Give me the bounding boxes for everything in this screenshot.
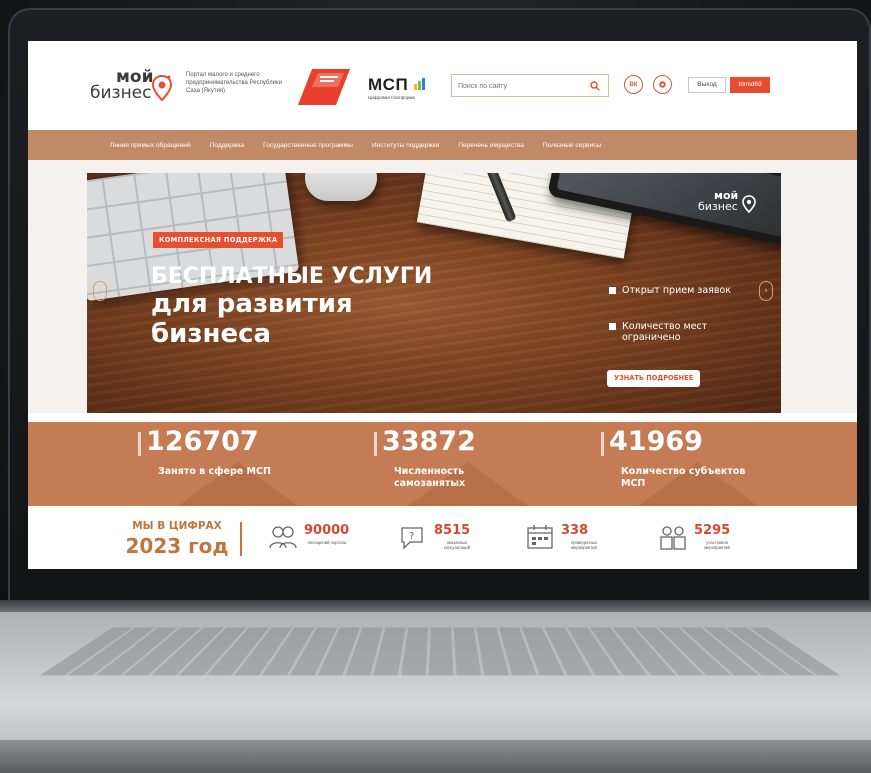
calendar-icon <box>527 525 553 549</box>
vk-button[interactable]: ВК <box>624 75 643 94</box>
figures-year: 2023 год <box>125 534 229 558</box>
hero-tag: КОМПЛЕКСНАЯ ПОДДЕРЖКА <box>153 232 284 248</box>
chevron-left-icon: ‹ <box>98 286 102 296</box>
odnoklassniki-icon <box>659 81 666 88</box>
learn-more-button[interactable]: УЗНАТЬ ПОДРОБНЕЕ <box>607 370 701 387</box>
figures-section: МЫ В ЦИФРАХ 2023 год 90000 посещений пор… <box>28 506 857 569</box>
svg-text:?: ? <box>409 531 414 542</box>
nav-item-support[interactable]: Поддержка <box>210 142 244 149</box>
hero-title-line2: для развития бизнеса <box>151 289 353 349</box>
vk-icon: ВК <box>629 81 638 88</box>
national-project-logo[interactable] <box>298 67 350 107</box>
stat-bar <box>601 432 604 456</box>
visitors-icon <box>269 526 297 549</box>
msp-bars-icon <box>414 78 425 90</box>
msp-logo-text: МСП <box>368 75 409 94</box>
laptop-base <box>0 600 871 773</box>
participants-icon <box>660 526 686 550</box>
bullet-square-icon <box>609 287 616 294</box>
search-icon[interactable] <box>590 81 600 91</box>
figure-caption: посещений портала <box>307 540 347 545</box>
figures-divider <box>240 522 242 556</box>
stat-value: 126707 <box>146 426 259 457</box>
nav-item-gov-programs[interactable]: Государственные программы <box>263 142 353 149</box>
figure-caption: проведенных мероприятий <box>571 540 597 550</box>
laptop-keyboard <box>40 627 840 676</box>
slider-next-button[interactable]: › <box>759 281 773 301</box>
figure-value: 8515 <box>434 523 471 538</box>
figure-value: 90000 <box>304 523 350 538</box>
stat-bar <box>138 432 141 456</box>
nav-item-property-list[interactable]: Перечень имущества <box>458 142 524 149</box>
logo-pin-icon <box>152 75 172 101</box>
hero-banner-area: мой бизнес КОМПЛЕКСНАЯ ПОДДЕРЖКА БЕСПЛАТ… <box>28 160 857 413</box>
bullet-square-icon <box>609 323 616 330</box>
hero-bullet-text: Количество мест ограничено <box>622 321 708 343</box>
browser-screen: мой бизнес Портал малого и среднего пред… <box>28 41 857 569</box>
stat-label: Количество субъектов МСП <box>621 466 746 489</box>
figure-caption: оказанных консультаций <box>443 540 471 550</box>
nav-item-direct-line[interactable]: Линия прямых обращений <box>110 142 191 149</box>
site-header: мой бизнес Портал малого и среднего пред… <box>28 41 857 130</box>
figure-caption: участников мероприятий <box>704 540 730 550</box>
moy-biznes-logo[interactable]: мой бизнес <box>90 67 180 107</box>
hero-bullet-text: Открыт прием заявок <box>622 285 732 296</box>
stat-value: 33872 <box>382 426 476 457</box>
mouse-photo <box>305 173 377 201</box>
hero-logo-pin-icon <box>742 195 756 213</box>
hero-logo-word-2: бизнес <box>698 200 738 213</box>
figure-value: 338 <box>561 523 589 538</box>
stat-bar <box>374 432 377 456</box>
portal-description: Портал малого и среднего предприниматель… <box>186 72 282 94</box>
figure-value: 5295 <box>694 523 731 538</box>
hero-logo: мой бизнес <box>698 189 762 219</box>
laptop-front-edge <box>0 740 871 773</box>
stat-value: 41969 <box>609 426 703 457</box>
search-input[interactable] <box>458 79 583 93</box>
search-box[interactable] <box>451 74 609 97</box>
stat-label: Занято в сфере МСП <box>158 466 271 477</box>
stat-label: Численность самозанятых <box>394 466 466 489</box>
hero-title-line1: БЕСПЛАТНЫЕ УСЛУГИ <box>151 264 433 289</box>
logo-word-2: бизнес <box>90 83 152 103</box>
stats-band: 126707 Занято в сфере МСП 33872 Численно… <box>28 422 857 506</box>
user-account-button[interactable]: trimid69 <box>730 77 770 93</box>
hero-slide[interactable]: мой бизнес КОМПЛЕКСНАЯ ПОДДЕРЖКА БЕСПЛАТ… <box>87 173 781 413</box>
nav-item-useful-services[interactable]: Полезные сервисы <box>543 142 601 149</box>
figures-title: МЫ В ЦИФРАХ <box>132 520 222 532</box>
nav-item-institutions[interactable]: Институты поддержки <box>372 142 439 149</box>
main-navigation: Линия прямых обращений Поддержка Государ… <box>28 130 857 160</box>
chevron-right-icon: › <box>764 286 768 296</box>
ok-button[interactable] <box>653 75 672 94</box>
laptop-hinge <box>0 600 871 612</box>
msp-logo[interactable]: МСП Цифровая платформа <box>368 75 438 103</box>
slider-prev-button[interactable]: ‹ <box>93 281 107 301</box>
msp-logo-subtitle: Цифровая платформа <box>368 95 415 100</box>
consultation-icon: ? <box>401 527 423 550</box>
exit-button[interactable]: Выход <box>688 77 726 93</box>
